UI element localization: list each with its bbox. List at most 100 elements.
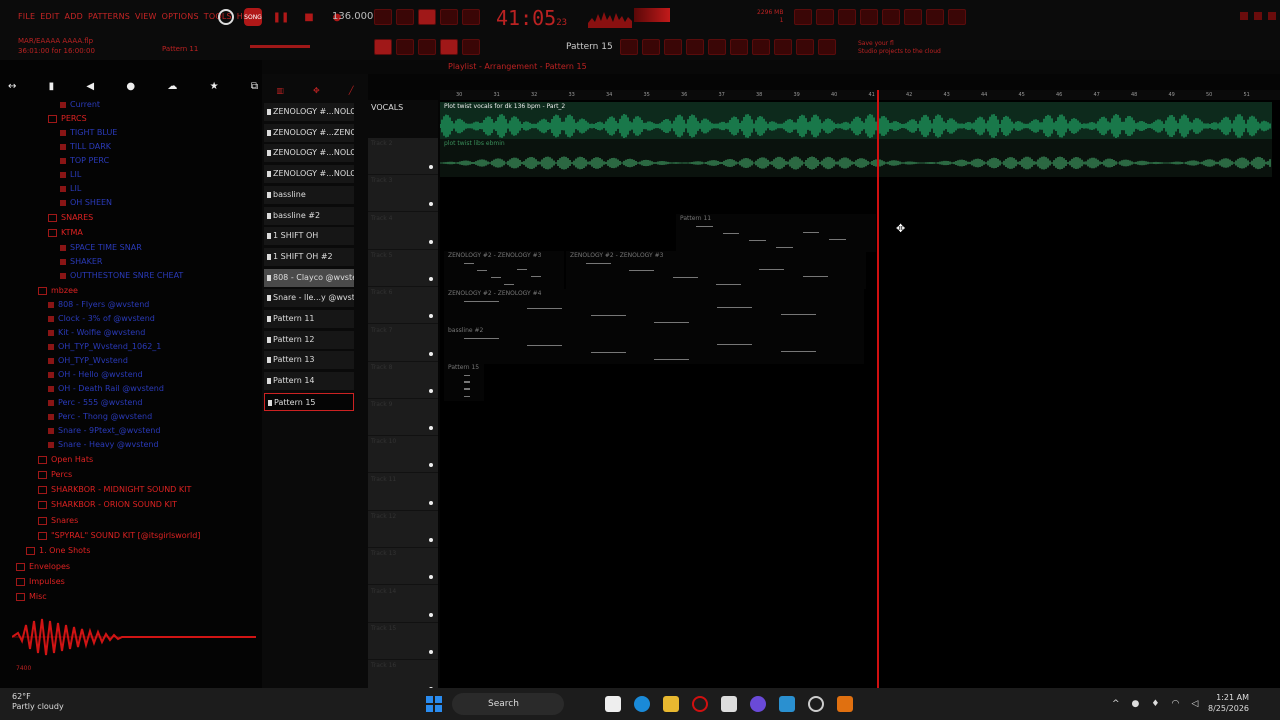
menu-add[interactable]: ADD: [65, 12, 83, 21]
link-icon[interactable]: ✥: [313, 86, 320, 95]
browser-folder[interactable]: SNARES: [48, 213, 93, 222]
track-header[interactable]: Track 15: [368, 623, 438, 660]
track-mute-dot[interactable]: [429, 426, 433, 431]
master-volume-slider[interactable]: [250, 45, 310, 48]
track-mute-dot[interactable]: [429, 314, 433, 319]
browser-folder[interactable]: KTMA: [48, 228, 83, 237]
channel-button[interactable]: bassline: [264, 185, 354, 204]
browser-folder[interactable]: Percs: [38, 470, 72, 479]
browser-file[interactable]: OH_TYP_Wvstend: [48, 356, 128, 365]
loop-record-icon[interactable]: [440, 9, 458, 25]
browser-folder[interactable]: mbzee: [38, 286, 78, 295]
maximize-button[interactable]: [1254, 12, 1262, 20]
browser-file[interactable]: OUTTHESTONE SNRE CHEAT: [60, 271, 183, 280]
shortcut-1[interactable]: [794, 9, 812, 25]
browser-file[interactable]: Snare - Heavy @wvstend: [48, 440, 159, 449]
tool-7[interactable]: [752, 39, 770, 55]
browser-file[interactable]: Perc - 555 @wvstend: [48, 398, 142, 407]
piano-icon[interactable]: ▥: [276, 86, 284, 95]
channel-button[interactable]: 1 SHIFT OH #2: [264, 247, 354, 266]
playlist-clip[interactable]: ZENOLOGY #2 - ZENOLOGY #3: [444, 251, 564, 290]
track-mute-dot[interactable]: [429, 612, 433, 617]
browser-file[interactable]: LIL: [60, 170, 81, 179]
track-mute-dot[interactable]: [429, 500, 433, 505]
shortcut-4[interactable]: [860, 9, 878, 25]
stop-icon[interactable]: ■: [300, 8, 318, 26]
paint-icon[interactable]: [440, 39, 458, 55]
channel-button[interactable]: Pattern 13: [264, 351, 354, 370]
pause-icon[interactable]: ❚❚: [272, 8, 290, 26]
browser-folder[interactable]: 1. One Shots: [26, 546, 90, 555]
track-header[interactable]: Track 3: [368, 175, 438, 213]
browser-folder[interactable]: "SPYRAL" SOUND KIT [@itsgirlsworld]: [38, 531, 200, 540]
track-header[interactable]: Track 4: [368, 213, 438, 250]
channel-button[interactable]: Pattern 15: [264, 392, 354, 411]
fl-studio-icon[interactable]: [837, 696, 853, 712]
playlist-clip[interactable]: ZENOLOGY #2 - ZENOLOGY #4: [444, 288, 864, 327]
chevron-up-icon[interactable]: ^: [1112, 699, 1120, 709]
browser-file[interactable]: OH - Hello @wvstend: [48, 370, 143, 379]
browser-folder[interactable]: Misc: [16, 592, 47, 601]
shortcut-2[interactable]: [816, 9, 834, 25]
track-header[interactable]: Track 2: [368, 138, 438, 175]
browser-file[interactable]: SHAKER: [60, 257, 102, 266]
channel-button[interactable]: bassline #2: [264, 206, 354, 225]
volume-icon[interactable]: ◁: [1191, 699, 1198, 709]
user-icon[interactable]: [462, 39, 480, 55]
track-header[interactable]: Track 6: [368, 287, 438, 325]
star-icon[interactable]: ★: [210, 81, 219, 92]
playlist-clip[interactable]: Pattern 15: [444, 363, 484, 402]
taskbar-search[interactable]: Search: [452, 693, 564, 715]
browser-folder[interactable]: Envelopes: [16, 562, 70, 571]
menu-patterns[interactable]: PATTERNS: [88, 12, 130, 21]
playlist-clip[interactable]: ZENOLOGY #2 - ZENOLOGY #3: [566, 251, 866, 290]
track-mute-dot[interactable]: [429, 351, 433, 356]
menu-edit[interactable]: EDIT: [40, 12, 59, 21]
store-icon[interactable]: [721, 696, 737, 712]
track-header[interactable]: Track 8: [368, 362, 438, 399]
edge-icon[interactable]: [634, 696, 650, 712]
tool-6[interactable]: [730, 39, 748, 55]
tool-2[interactable]: [642, 39, 660, 55]
shortcut-6[interactable]: [904, 9, 922, 25]
browser-file[interactable]: OH - Death Rail @wvstend: [48, 384, 164, 393]
shortcut-8[interactable]: [948, 9, 966, 25]
track-header[interactable]: Track 5: [368, 250, 438, 287]
song-mode-icon[interactable]: SONG: [244, 8, 262, 26]
browser-folder[interactable]: PERCS: [48, 114, 87, 123]
track-header[interactable]: Track 14: [368, 586, 438, 623]
browser-folder[interactable]: Impulses: [16, 577, 65, 586]
channel-button[interactable]: Pattern 11: [264, 310, 354, 328]
wifi-icon[interactable]: ◠: [1171, 699, 1179, 709]
browser-file[interactable]: TIGHT BLUE: [60, 128, 117, 137]
browser-folder[interactable]: Snares: [38, 516, 78, 525]
browser-file[interactable]: 808 - Flyers @wvstend: [48, 300, 149, 309]
playlist-clip[interactable]: bassline #2: [444, 325, 864, 364]
browser-file[interactable]: Snare - 9Ptext_@wvstend: [48, 426, 160, 435]
close-button[interactable]: [1268, 12, 1276, 20]
track-header[interactable]: Track 13: [368, 548, 438, 586]
tray-app-icon[interactable]: ●: [1132, 699, 1140, 709]
mic-icon[interactable]: ♦: [1151, 699, 1159, 709]
track-mute-dot[interactable]: [429, 276, 433, 281]
wait-icon[interactable]: [396, 9, 414, 25]
browser-file[interactable]: OH SHEEN: [60, 198, 112, 207]
track-mute-dot[interactable]: [429, 202, 433, 207]
pat-song-toggle[interactable]: [218, 9, 234, 25]
browser-file[interactable]: TOP PERC: [60, 156, 109, 165]
back-icon[interactable]: ↔: [8, 81, 16, 92]
track-header[interactable]: Track 9: [368, 399, 438, 437]
metronome-icon[interactable]: [374, 9, 392, 25]
channel-button[interactable]: 808 - Clayco @wvstend: [264, 268, 354, 287]
browser-folder[interactable]: SHARKBOR - MIDNIGHT SOUND KIT: [38, 485, 191, 494]
task-view-icon[interactable]: [605, 696, 621, 712]
track-header[interactable]: Track 7: [368, 325, 438, 362]
step-edit-icon[interactable]: [462, 9, 480, 25]
browser-file[interactable]: Current: [60, 100, 100, 109]
pencil-icon[interactable]: ╱: [349, 86, 354, 95]
menu-file[interactable]: FILE: [18, 12, 35, 21]
messenger-icon[interactable]: [750, 696, 766, 712]
playlist-clip[interactable]: plot twist libs ebmin: [440, 139, 1272, 178]
browser-file[interactable]: Clock - 3% of @wvstend: [48, 314, 155, 323]
playlist-lanes[interactable]: Plot twist vocals for dk 136 bpm - Part_…: [440, 100, 1280, 688]
